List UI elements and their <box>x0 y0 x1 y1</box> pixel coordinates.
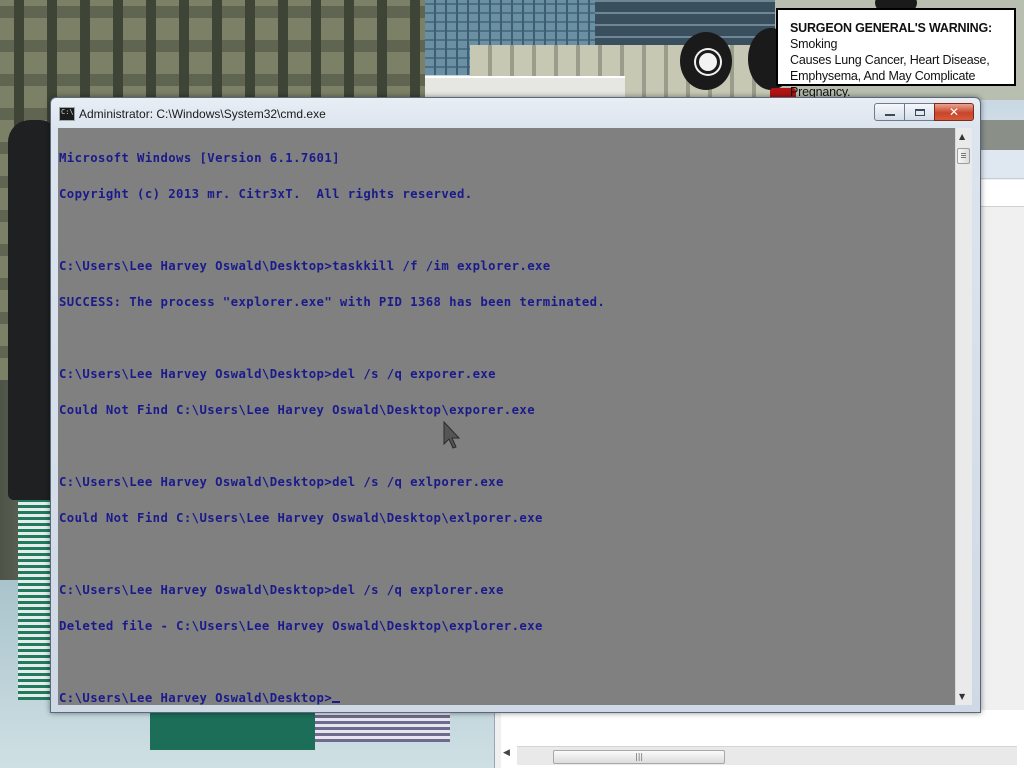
prompt-text: C:\Users\Lee Harvey Oswald\Desktop> <box>59 691 333 705</box>
console-line: Could Not Find C:\Users\Lee Harvey Oswal… <box>59 511 543 525</box>
console-line: C:\Users\Lee Harvey Oswald\Desktop>del /… <box>59 583 504 597</box>
striped-tower <box>18 500 50 700</box>
minimize-icon <box>884 114 895 116</box>
close-icon: ✕ <box>948 105 960 119</box>
vertical-scrollbar[interactable]: ▲ ▼ <box>955 128 972 705</box>
cmd-app-icon[interactable] <box>59 107 75 121</box>
mouse-pointer-icon <box>443 420 461 449</box>
console-output[interactable]: Microsoft Windows [Version 6.1.7601] Cop… <box>58 128 955 705</box>
console-line: Deleted file - C:\Users\Lee Harvey Oswal… <box>59 619 543 633</box>
warning-line1: Smoking <box>790 37 838 51</box>
maximize-icon <box>914 108 925 116</box>
console-line: Microsoft Windows [Version 6.1.7601] <box>59 151 340 165</box>
scroll-up-icon[interactable]: ▲ <box>959 132 965 141</box>
warning-line2: Causes Lung Cancer, Heart Disease, <box>790 53 990 67</box>
vertical-scroll-thumb[interactable] <box>957 148 970 164</box>
console-line: Copyright (c) 2013 mr. Citr3xT. All righ… <box>59 187 473 201</box>
grip-icon: ||| <box>635 752 644 761</box>
warning-line3: Emphysema, And May Complicate Pregnancy. <box>790 69 976 99</box>
scroll-down-icon[interactable]: ▼ <box>959 692 965 701</box>
maximize-button[interactable] <box>905 103 934 121</box>
minimize-button[interactable] <box>874 103 905 121</box>
text-cursor <box>332 701 341 703</box>
window-controls: ✕ <box>874 103 974 122</box>
title-bar[interactable]: Administrator: C:\Windows\System32\cmd.e… <box>51 98 980 128</box>
warning-heading: SURGEON GENERAL'S WARNING: <box>790 21 992 35</box>
background-window-header <box>981 180 1024 207</box>
cmd-window[interactable]: Administrator: C:\Windows\System32\cmd.e… <box>50 97 981 713</box>
command-prompt-line[interactable]: C:\Users\Lee Harvey Oswald\Desktop> <box>59 692 605 704</box>
console-line: Could Not Find C:\Users\Lee Harvey Oswal… <box>59 403 536 417</box>
scroll-left-icon[interactable]: ◀ <box>503 748 510 758</box>
console-line: C:\Users\Lee Harvey Oswald\Desktop>del /… <box>59 367 496 381</box>
close-button[interactable]: ✕ <box>934 103 974 121</box>
console-line: SUCCESS: The process "explorer.exe" with… <box>59 295 606 309</box>
console-lines: Microsoft Windows [Version 6.1.7601] Cop… <box>59 128 605 705</box>
surgeon-general-warning: SURGEON GENERAL'S WARNING: Smoking Cause… <box>776 8 1016 99</box>
speaker-icon <box>680 32 732 90</box>
console-line: C:\Users\Lee Harvey Oswald\Desktop>del /… <box>59 475 504 489</box>
console-line: C:\Users\Lee Harvey Oswald\Desktop>taskk… <box>59 259 551 273</box>
window-title: Administrator: C:\Windows\System32\cmd.e… <box>79 107 326 121</box>
background-window-toolbar <box>981 150 1024 179</box>
